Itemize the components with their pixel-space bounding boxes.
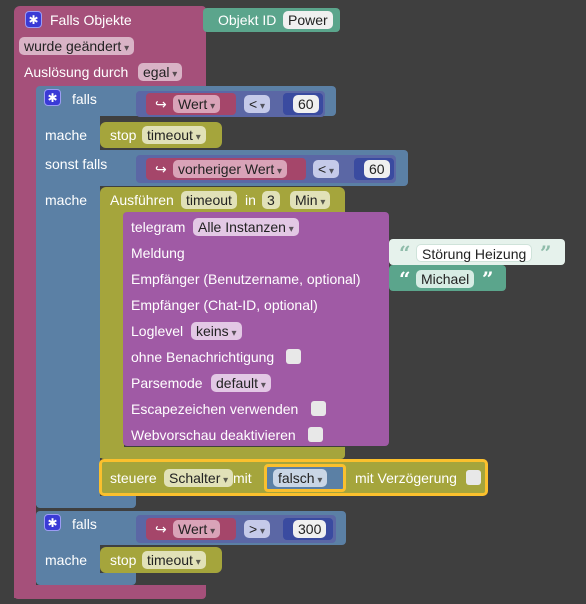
in-label: in <box>245 192 256 208</box>
preview-label: Webvorschau deaktivieren <box>131 427 296 443</box>
quote-icon: ” <box>482 267 494 291</box>
trigger-block-bottom <box>14 585 206 599</box>
telegram-label: telegram <box>131 219 186 235</box>
parsemode-dropdown[interactable]: default <box>211 374 271 392</box>
delay-unit-dropdown[interactable]: Min <box>290 191 331 209</box>
if-block-1-bottom <box>36 496 136 508</box>
operator-dropdown[interactable]: > <box>244 520 270 538</box>
message-label: Meldung <box>131 245 185 261</box>
delay-toggle-label: mit Verzögerung <box>355 470 457 486</box>
do-label: mache <box>45 192 88 208</box>
object-id-label: Objekt ID <box>218 12 277 28</box>
delayed-run-spine <box>100 210 124 458</box>
operator-dropdown[interactable]: < <box>313 160 339 178</box>
number-field[interactable]: 60 <box>293 95 319 113</box>
number-field[interactable]: 300 <box>293 520 327 538</box>
bool-dropdown[interactable]: falsch <box>273 469 328 487</box>
loglevel-label: Loglevel <box>131 323 184 339</box>
escape-label: Escapezeichen verwenden <box>131 401 299 417</box>
loglevel-dropdown[interactable]: keins <box>191 322 242 340</box>
delay-checkbox[interactable] <box>466 470 481 485</box>
message-text-field[interactable]: Störung Heizung <box>416 244 533 262</box>
control-with-label: mit <box>233 470 252 486</box>
do-label: mache <box>45 127 88 143</box>
parsemode-label: Parsemode <box>131 375 203 391</box>
changed-dropdown[interactable]: wurde geändert <box>19 37 135 55</box>
if-label: falls <box>72 516 97 532</box>
gear-icon[interactable]: ✱ <box>25 11 42 28</box>
silent-label: ohne Benachrichtigung <box>131 349 275 365</box>
if-block-2-bottom <box>36 573 136 585</box>
trigger-title: Falls Objekte <box>50 12 132 28</box>
silent-checkbox[interactable] <box>286 349 301 364</box>
gear-icon[interactable]: ✱ <box>44 89 61 106</box>
quote-icon: “ <box>399 267 411 291</box>
trigger-source-dropdown[interactable]: egal <box>138 63 183 81</box>
timer-name-field[interactable]: timeout <box>181 191 237 209</box>
delayed-run-bottom <box>100 447 345 459</box>
chatid-label: Empfänger (Chat-ID, optional) <box>131 297 318 313</box>
escape-checkbox[interactable] <box>311 401 326 416</box>
stop-label: stop <box>110 552 137 568</box>
delay-amount-field[interactable]: 3 <box>262 191 280 209</box>
run-label: Ausführen <box>110 192 174 208</box>
quote-icon: ” <box>540 241 552 265</box>
control-label: steuere <box>110 470 157 486</box>
number-field[interactable]: 60 <box>364 160 390 178</box>
instance-dropdown[interactable]: Alle Instanzen <box>193 218 299 236</box>
recipient-text-field[interactable]: Michael <box>416 270 475 288</box>
preview-checkbox[interactable] <box>308 427 323 442</box>
var-dropdown[interactable]: vorheriger Wert <box>173 160 288 178</box>
operator-dropdown[interactable]: < <box>244 95 270 113</box>
gear-icon[interactable]: ✱ <box>44 514 61 531</box>
control-target-dropdown[interactable]: Schalter <box>164 469 234 487</box>
stop-timer-dropdown[interactable]: timeout <box>142 126 206 144</box>
trigger-block-spine <box>14 80 36 598</box>
var-dropdown[interactable]: Wert <box>173 520 221 538</box>
return-arrow-icon: ↪ <box>155 96 167 112</box>
var-dropdown[interactable]: Wert <box>173 95 221 113</box>
recipient-label: Empfänger (Benutzername, optional) <box>131 271 361 287</box>
trigger-source-label: Auslösung durch <box>24 64 129 80</box>
stop-label: stop <box>110 127 137 143</box>
object-id-field[interactable]: Power <box>283 11 333 29</box>
quote-icon: “ <box>399 241 411 265</box>
do-label: mache <box>45 552 88 568</box>
return-arrow-icon: ↪ <box>155 161 167 177</box>
elseif-label: sonst falls <box>45 156 108 172</box>
if-label: falls <box>72 91 97 107</box>
return-arrow-icon: ↪ <box>155 521 167 537</box>
stop-timer-dropdown[interactable]: timeout <box>142 551 206 569</box>
